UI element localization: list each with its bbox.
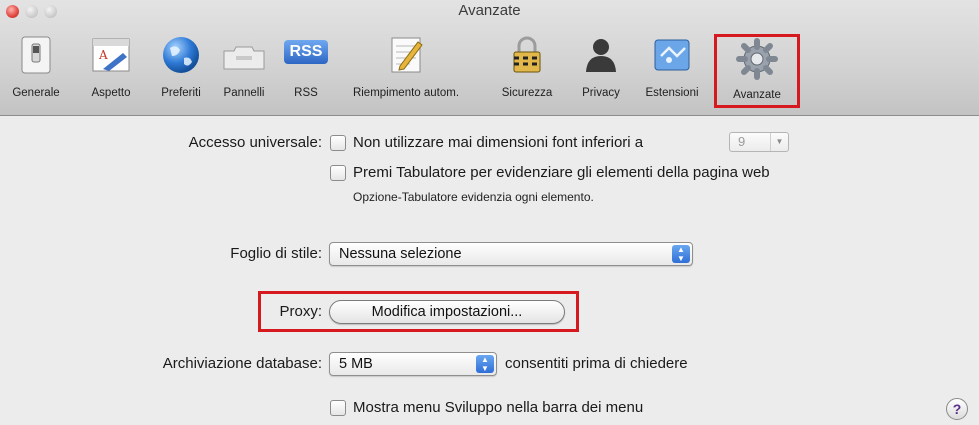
toolbar-item-rss[interactable]: RSS RSS: [280, 27, 332, 107]
toolbar-item-label: Avanzate: [733, 89, 781, 101]
toolbar-item-estensioni[interactable]: Estensioni: [636, 27, 708, 107]
database-label: Archiviazione database:: [162, 355, 322, 372]
preferences-window: Avanzate Generale A Aspetto Preferiti Pa…: [0, 0, 979, 425]
toolbar-item-label: Estensioni: [645, 87, 699, 99]
tabs-icon: [222, 33, 266, 77]
stylesheet-label: Foglio di stile:: [230, 245, 322, 262]
switch-icon: [14, 33, 58, 77]
min-font-checkbox[interactable]: [330, 135, 346, 151]
stylesheet-select[interactable]: Nessuna selezione ▲ ▼: [329, 242, 693, 266]
font-icon: A: [89, 33, 133, 77]
toolbar-item-generale[interactable]: Generale: [6, 27, 66, 107]
toolbar-item-privacy[interactable]: Privacy: [572, 27, 630, 107]
toolbar-item-label: Generale: [12, 87, 60, 99]
database-size-select[interactable]: 5 MB ▲ ▼: [329, 352, 497, 376]
toolbar-item-riempimento[interactable]: Riempimento autom.: [338, 27, 474, 107]
toolbar-item-preferiti[interactable]: Preferiti: [150, 27, 212, 107]
lock-icon: [505, 33, 549, 77]
rss-icon: RSS: [284, 33, 328, 77]
autofill-icon: [384, 33, 428, 77]
toolbar-item-avanzate[interactable]: Avanzate: [714, 34, 800, 108]
develop-menu-label: Mostra menu Sviluppo nella barra dei men…: [353, 399, 644, 416]
toolbar-item-label: Sicurezza: [501, 87, 553, 99]
window-title: Avanzate: [458, 2, 521, 19]
proxy-label: Proxy:: [279, 303, 322, 320]
toolbar-item-label: Aspetto: [91, 87, 131, 99]
min-font-label: Non utilizzare mai dimensioni font infer…: [353, 134, 644, 151]
updown-arrows-icon: ▲ ▼: [672, 245, 690, 263]
toolbar-item-label: Pannelli: [223, 87, 265, 99]
puzzle-icon: [650, 33, 694, 77]
help-button[interactable]: ?: [946, 398, 968, 420]
svg-text:A: A: [98, 48, 108, 62]
accessibility-label: Accesso universale:: [188, 134, 322, 151]
toolbar-item-pannelli[interactable]: Pannelli: [214, 27, 274, 107]
tab-highlight-checkbox[interactable]: [330, 165, 346, 181]
toolbar-item-aspetto[interactable]: A Aspetto: [78, 27, 144, 107]
globe-icon: [159, 33, 203, 77]
toolbar-area: Avanzate Generale A Aspetto Preferiti Pa…: [0, 0, 979, 116]
develop-menu-checkbox[interactable]: [330, 400, 346, 416]
edit-proxy-settings-button[interactable]: Modifica impostazioni...: [329, 300, 565, 324]
toolbar-item-label: RSS: [294, 87, 318, 99]
chevron-down-icon: ▼: [770, 133, 788, 151]
min-font-size-value: 9: [738, 134, 746, 149]
tab-highlight-hint: Opzione-Tabulatore evidenzia ogni elemen…: [353, 190, 594, 204]
person-icon: [579, 33, 623, 77]
toolbar-item-label: Riempimento autom.: [352, 87, 460, 99]
updown-arrows-icon: ▲ ▼: [476, 355, 494, 373]
tab-highlight-label: Premi Tabulatore per evidenziare gli ele…: [353, 164, 770, 181]
gear-icon: [735, 37, 779, 81]
toolbar-item-label: Preferiti: [161, 87, 201, 99]
min-font-size-select[interactable]: 9 ▼: [729, 132, 789, 152]
stylesheet-value: Nessuna selezione: [339, 246, 462, 262]
database-size-value: 5 MB: [339, 356, 373, 372]
toolbar-item-sicurezza[interactable]: Sicurezza: [494, 27, 560, 107]
database-suffix: consentiti prima di chiedere: [505, 355, 688, 372]
toolbar-item-label: Privacy: [582, 87, 620, 99]
